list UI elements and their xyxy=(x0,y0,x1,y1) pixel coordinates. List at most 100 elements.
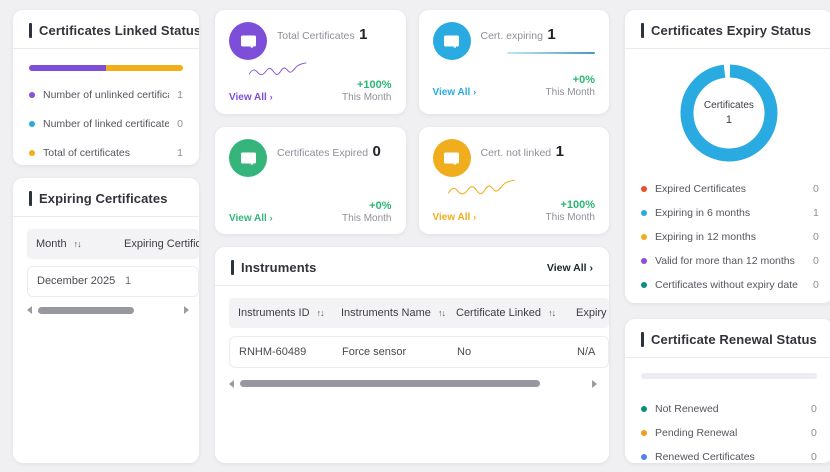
legend-item: Not Renewed 0 xyxy=(641,397,817,421)
cell-certificate-linked: No xyxy=(457,346,472,358)
column-header-expiry[interactable]: Expiry xyxy=(576,307,609,319)
kpi-cert-not-linked: Cert. not linked 1 View All › +100% This… xyxy=(418,127,609,234)
column-header-expiring-certificates[interactable]: Expiring Certificates xyxy=(124,238,199,250)
legend-dot xyxy=(29,121,35,127)
cell-instrument-id: RNHM-60489 xyxy=(239,346,307,358)
kpi-period: This Month xyxy=(545,87,595,98)
sort-icon[interactable]: ↑↓ xyxy=(74,239,82,249)
legend-item: Certificates without expiry date 0 xyxy=(641,273,819,297)
chevron-right-icon: › xyxy=(589,261,594,274)
sparkline-chart xyxy=(447,179,515,195)
view-all-link[interactable]: View All › xyxy=(433,87,477,98)
scrollbar-thumb[interactable] xyxy=(38,306,134,314)
card-title: Certificates Expiry Status xyxy=(651,23,812,38)
kpi-label: Total Certificates xyxy=(277,30,355,42)
certificates-expiry-status-card: Certificates Expiry Status Certificates … xyxy=(625,10,830,303)
legend-dot xyxy=(641,406,647,412)
legend-dot xyxy=(641,282,647,288)
scroll-right-arrow-icon[interactable] xyxy=(592,379,597,388)
donut-center-label: Certificates xyxy=(703,100,754,111)
chevron-right-icon: › xyxy=(473,87,477,97)
instruments-card: Instruments View All › Instruments ID ↑↓… xyxy=(215,247,609,463)
column-header-instruments-name[interactable]: Instruments Name ↑↓ xyxy=(341,307,456,319)
legend-dot xyxy=(641,186,647,192)
sort-icon[interactable]: ↑↓ xyxy=(438,308,446,318)
renewal-status-empty-bar xyxy=(641,373,817,379)
kpi-value: 1 xyxy=(547,26,556,43)
legend-label: Renewed Certificates xyxy=(655,451,755,463)
kpi-delta: +100% xyxy=(356,79,392,91)
column-header-certificate-linked[interactable]: Certificate Linked ↑↓ xyxy=(456,307,576,319)
kpi-cert-expiring: Cert. expiring 1 View All › +0% This Mon… xyxy=(418,10,609,114)
column-header-month[interactable]: Month ↑↓ xyxy=(36,238,124,250)
table-row[interactable]: RNHM-60489 Force sensor No N/A xyxy=(229,336,609,368)
legend-item: Number of linked certificates 0 xyxy=(29,118,183,130)
scrollbar-thumb[interactable] xyxy=(240,380,540,387)
scroll-left-arrow-icon[interactable] xyxy=(229,379,234,388)
cell-expiry: N/A xyxy=(577,346,596,358)
legend-dot xyxy=(641,234,647,240)
kpi-certificates-expired: Certificates Expired 0 View All › +0% Th… xyxy=(215,127,406,234)
card-header: Certificate Renewal Status xyxy=(625,319,830,357)
horizontal-scrollbar[interactable] xyxy=(27,306,189,315)
sort-icon[interactable]: ↑↓ xyxy=(317,308,325,318)
right-column: Certificates Expiry Status Certificates … xyxy=(625,10,830,463)
card-header: Certificates Expiry Status xyxy=(625,10,830,48)
kpi-period: This Month xyxy=(342,213,392,224)
scroll-right-arrow-icon[interactable] xyxy=(184,306,189,314)
expiring-table: Month ↑↓ Expiring Certificates December … xyxy=(13,217,199,315)
view-all-link[interactable]: View All › xyxy=(433,212,477,223)
cell-instrument-name: Force sensor xyxy=(342,346,407,358)
cell-expiring-count: 1 xyxy=(125,275,132,288)
view-all-link[interactable]: View All › xyxy=(547,262,593,274)
legend-value: 0 xyxy=(177,118,183,130)
donut-center-value: 1 xyxy=(725,114,732,126)
kpi-row-2: Certificates Expired 0 View All › +0% Th… xyxy=(215,127,609,234)
chevron-right-icon: › xyxy=(269,92,273,102)
title-accent-bar xyxy=(641,23,644,38)
expiring-certificates-card: Expiring Certificates Month ↑↓ Expiring … xyxy=(13,178,199,463)
title-accent-bar xyxy=(641,332,644,347)
legend-label: Pending Renewal xyxy=(655,427,738,439)
chevron-right-icon: › xyxy=(269,213,273,223)
linked-status-legend: Number of unlinked certificates 1 Number… xyxy=(29,89,183,159)
legend-value: 0 xyxy=(811,427,817,439)
legend-label: Expiring in 12 months xyxy=(655,231,756,243)
card-title: Certificates Linked Status xyxy=(39,23,199,38)
column-header-instruments-id[interactable]: Instruments ID ↑↓ xyxy=(238,307,341,319)
view-all-link[interactable]: View All › xyxy=(229,213,273,224)
scroll-left-arrow-icon[interactable] xyxy=(27,306,32,314)
kpi-total-certificates: Total Certificates 1 View All › +100% Th… xyxy=(215,10,406,114)
bar-segment-total xyxy=(106,65,183,71)
certificate-icon xyxy=(432,22,471,60)
table-row[interactable]: December 2025 1 xyxy=(27,266,199,297)
flat-trend-line xyxy=(507,52,595,54)
legend-value: 0 xyxy=(813,279,819,291)
legend-item: Expired Certificates 0 xyxy=(641,177,819,201)
instruments-table: Instruments ID ↑↓ Instruments Name ↑↓ Ce… xyxy=(215,286,609,463)
kpi-delta: +100% xyxy=(560,199,595,211)
legend-label: Total of certificates xyxy=(43,147,130,159)
kpi-label: Certificates Expired xyxy=(277,147,369,159)
kpi-delta: +0% xyxy=(572,74,595,86)
bar-segment-unlinked xyxy=(29,65,106,71)
legend-label: Certificates without expiry date xyxy=(655,279,798,291)
kpi-period: This Month xyxy=(545,212,595,223)
legend-value: 1 xyxy=(177,89,183,101)
horizontal-scrollbar[interactable] xyxy=(229,379,597,388)
cell-month: December 2025 xyxy=(37,275,116,287)
sparkline-chart xyxy=(248,62,307,76)
legend-item: Valid for more than 12 months 0 xyxy=(641,249,819,273)
legend-label: Expiring in 6 months xyxy=(655,207,751,219)
chevron-right-icon: › xyxy=(473,212,477,222)
legend-value: 0 xyxy=(813,255,819,267)
legend-value: 0 xyxy=(813,183,819,195)
certificate-icon xyxy=(432,139,471,177)
kpi-value: 0 xyxy=(372,143,381,160)
card-header: Instruments View All › xyxy=(215,247,609,285)
view-all-link[interactable]: View All › xyxy=(229,92,273,103)
legend-dot xyxy=(641,210,647,216)
sort-icon[interactable]: ↑↓ xyxy=(548,308,556,318)
certificate-icon xyxy=(229,139,267,177)
certificate-icon xyxy=(229,22,267,60)
